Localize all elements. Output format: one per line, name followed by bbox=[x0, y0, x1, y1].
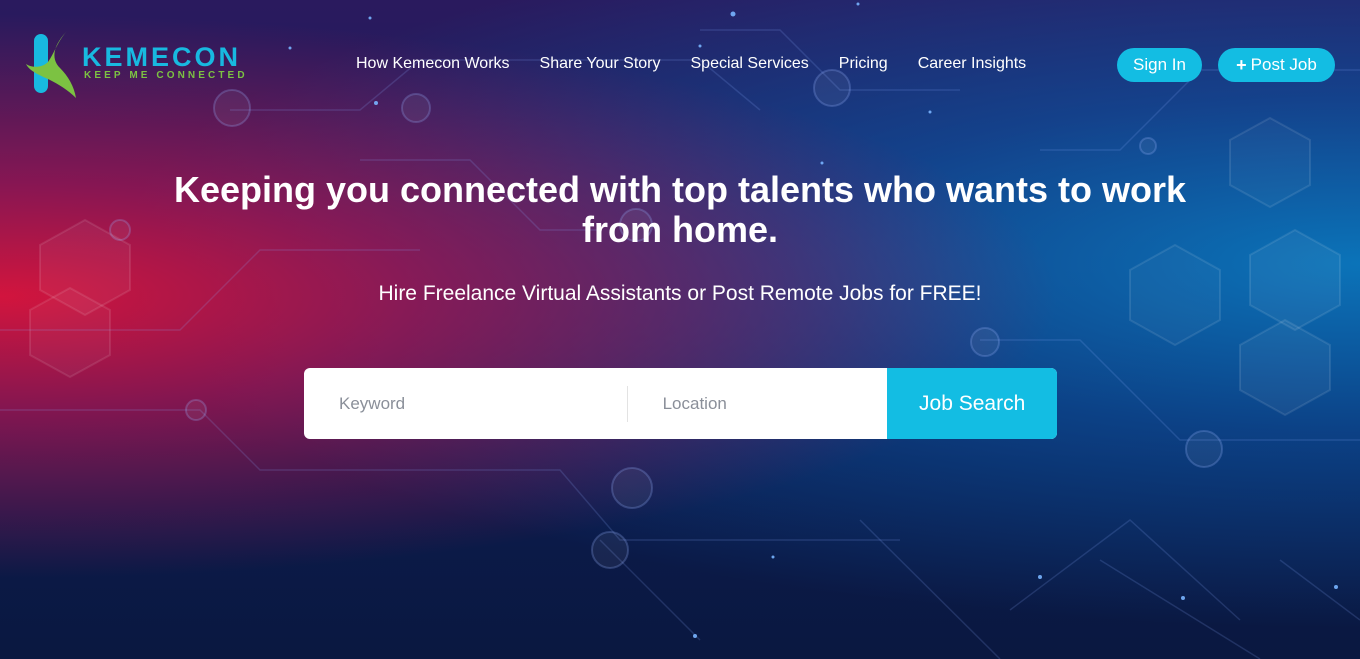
main-nav: How Kemecon Works Share Your Story Speci… bbox=[356, 55, 1026, 73]
kemecon-logo-icon bbox=[26, 30, 76, 98]
sign-in-button[interactable]: Sign In bbox=[1117, 48, 1202, 82]
sign-in-label: Sign In bbox=[1133, 55, 1186, 74]
brand-tagline: KEEP ME CONNECTED bbox=[84, 70, 248, 81]
hero-subheadline: Hire Freelance Virtual Assistants or Pos… bbox=[378, 282, 982, 305]
nav-item-how-kemecon-works[interactable]: How Kemecon Works bbox=[356, 55, 510, 73]
nav-item-career-insights[interactable]: Career Insights bbox=[918, 55, 1027, 73]
job-search-form: Job Search bbox=[304, 368, 1057, 439]
keyword-input[interactable] bbox=[304, 368, 627, 439]
location-input[interactable] bbox=[627, 368, 888, 439]
hero-section: KEMECON KEEP ME CONNECTED How Kemecon Wo… bbox=[0, 0, 1360, 659]
post-job-button[interactable]: + Post Job bbox=[1218, 48, 1335, 82]
post-job-label: Post Job bbox=[1250, 55, 1317, 74]
hero-headline: Keeping you connected with top talents w… bbox=[173, 169, 1187, 250]
nav-item-pricing[interactable]: Pricing bbox=[839, 55, 888, 73]
plus-icon: + bbox=[1236, 54, 1247, 75]
job-search-button[interactable]: Job Search bbox=[887, 368, 1057, 439]
nav-item-share-your-story[interactable]: Share Your Story bbox=[540, 55, 661, 73]
nav-item-special-services[interactable]: Special Services bbox=[691, 55, 809, 73]
brand-logo[interactable]: KEMECON KEEP ME CONNECTED bbox=[24, 28, 264, 100]
brand-name: KEMECON bbox=[82, 42, 242, 72]
